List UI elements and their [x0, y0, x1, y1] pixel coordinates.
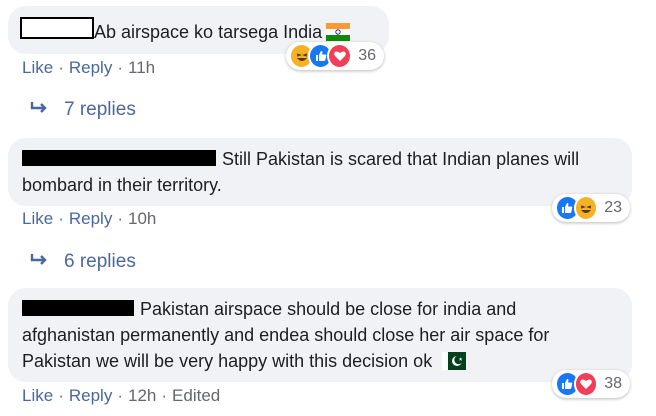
reaction-count: 23 [604, 199, 622, 216]
timestamp[interactable]: 10h [128, 209, 156, 228]
edited-label[interactable]: Edited [172, 386, 220, 405]
pakistan-flag-icon [442, 351, 467, 377]
redacted-author-name [22, 150, 216, 166]
view-replies-link[interactable]: 7 replies [30, 99, 136, 121]
like-link[interactable]: Like [22, 58, 53, 77]
comment-actions: Like · Reply · 12h · Edited [22, 386, 221, 405]
love-reaction-icon [573, 371, 599, 397]
reaction-summary[interactable]: 36 [286, 42, 384, 70]
redacted-author-name [22, 300, 134, 316]
replies-count-label[interactable]: 6 replies [64, 251, 136, 272]
comment-actions: Like · Reply · 10h [22, 209, 157, 228]
comment-bubble: Pakistan airspace should be close for in… [8, 288, 632, 382]
comment-text-line: Pakistan airspace should be close for in… [140, 299, 517, 319]
reaction-summary[interactable]: 23 [552, 194, 630, 222]
comment-text-line: Still Pakistan is scared that Indian pla… [222, 149, 580, 169]
reply-link[interactable]: Reply [69, 386, 112, 405]
replies-count-label[interactable]: 7 replies [64, 99, 136, 120]
comment-text-line: bombard in their territory. [22, 175, 222, 195]
reaction-summary[interactable]: 38 [552, 370, 630, 398]
reaction-count: 38 [604, 375, 622, 392]
comment-text: Ab airspace ko tarsega India [94, 22, 323, 42]
reaction-count: 36 [358, 47, 376, 64]
love-reaction-icon [327, 43, 353, 69]
timestamp[interactable]: 12h [128, 386, 156, 405]
comment-text-line: afghanistan permanently and endea should… [22, 325, 550, 345]
like-link[interactable]: Like [22, 209, 53, 228]
comment-actions: Like · Reply · 11h [22, 58, 156, 77]
reply-link[interactable]: Reply [69, 209, 112, 228]
reply-link[interactable]: Reply [69, 58, 112, 77]
redacted-author-name [20, 17, 94, 39]
comment-bubble: Still Pakistan is scared that Indian pla… [8, 138, 632, 206]
haha-reaction-icon [573, 195, 599, 221]
reply-arrow-icon [30, 251, 64, 272]
like-link[interactable]: Like [22, 386, 53, 405]
view-replies-link[interactable]: 6 replies [30, 251, 136, 273]
reply-arrow-icon [30, 99, 64, 120]
timestamp[interactable]: 11h [128, 58, 155, 77]
comment-text-line: Pakistan we will be very happy with this… [22, 351, 433, 371]
